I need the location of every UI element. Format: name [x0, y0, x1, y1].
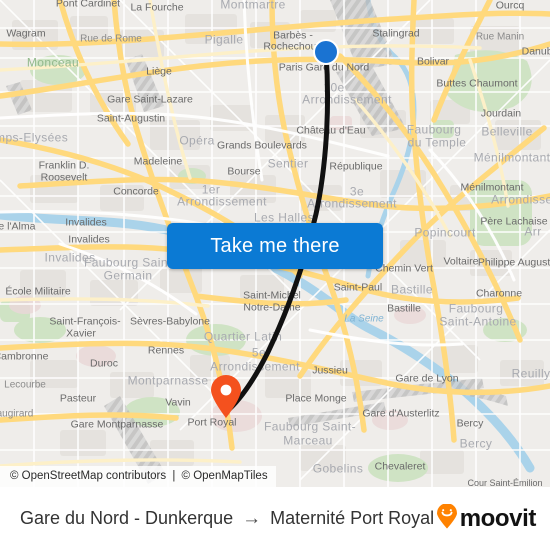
moovit-logo[interactable]: moovit: [436, 502, 537, 534]
map-attribution: © OpenStreetMap contributors | © OpenMap…: [0, 466, 276, 487]
moovit-trip-map-screen: Pont Cardinet La Fourche Montmartre Ourcq Wa…: [0, 0, 550, 550]
moovit-wordmark: moovit: [459, 504, 537, 532]
map-viewport[interactable]: Pont Cardinet La Fourche Montmartre Ourcq Wa…: [0, 0, 550, 487]
attribution-osm[interactable]: © OpenStreetMap contributors: [10, 470, 166, 482]
take-me-there-label: Take me there: [210, 234, 340, 257]
trip-destination-label: Maternité Port Royal: [270, 508, 435, 528]
take-me-there-button[interactable]: Take me there: [167, 223, 383, 269]
moovit-pin-icon: [436, 502, 458, 534]
trip-origin-label: Gare du Nord - Dunkerque: [20, 508, 234, 528]
trip-summary: Gare du Nord - Dunkerque → Maternité Por…: [20, 508, 436, 530]
arrow-right-icon: →: [242, 507, 262, 529]
attribution-separator: |: [172, 470, 176, 482]
trip-footer: Gare du Nord - Dunkerque → Maternité Por…: [0, 487, 550, 550]
origin-marker[interactable]: [313, 39, 339, 65]
destination-marker[interactable]: [209, 375, 243, 424]
attribution-maptiles[interactable]: © OpenMapTiles: [182, 470, 268, 482]
